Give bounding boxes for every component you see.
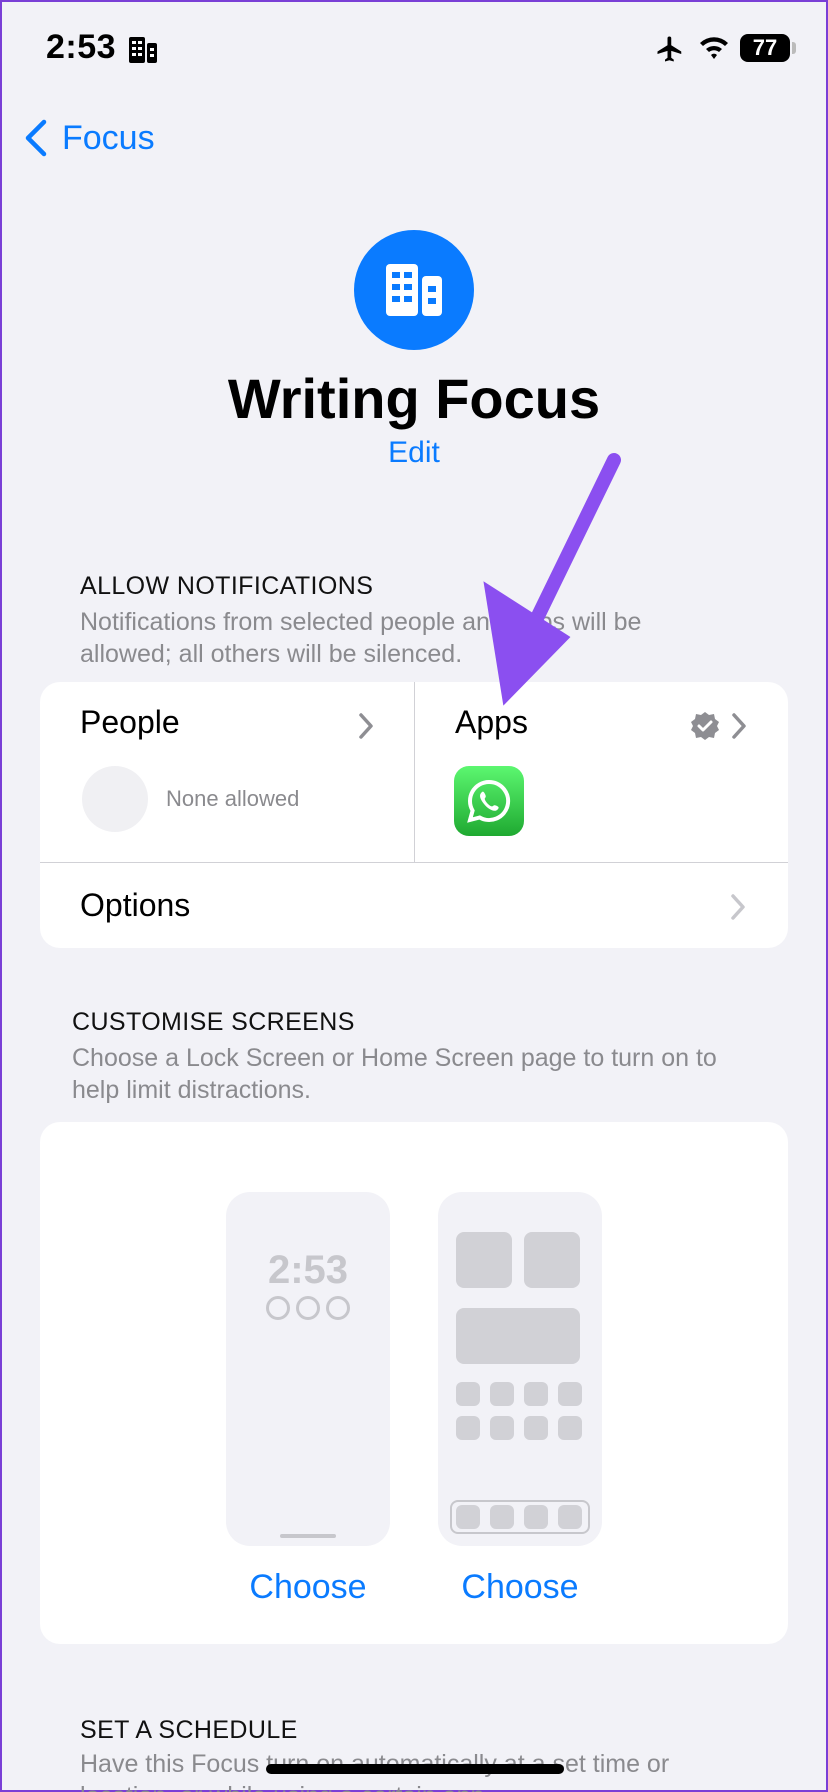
status-time: 2:53 bbox=[46, 28, 117, 66]
allow-notifications-heading: ALLOW NOTIFICATIONS bbox=[80, 572, 374, 600]
home-screen-preview[interactable] bbox=[438, 1192, 602, 1546]
page-title: Writing Focus bbox=[227, 367, 601, 430]
chevron-right-icon bbox=[731, 894, 745, 920]
annotation-arrow bbox=[483, 453, 621, 706]
chevron-left-icon bbox=[25, 119, 47, 157]
back-button[interactable]: Focus bbox=[24, 118, 155, 158]
chevron-right-icon bbox=[359, 713, 373, 739]
verified-badge-icon bbox=[691, 712, 719, 740]
home-indicator bbox=[280, 1534, 336, 1538]
building-icon bbox=[128, 36, 158, 69]
lock-screen-time: 2:53 bbox=[267, 1248, 349, 1292]
chevron-right-icon bbox=[732, 713, 746, 739]
allow-card: People None allowed Apps Options bbox=[40, 682, 788, 948]
battery-cap bbox=[792, 42, 796, 54]
allow-notifications-description: Notifications from selected people and a… bbox=[80, 608, 642, 668]
screens-card: 2:53 Choose Choose bbox=[40, 1122, 788, 1644]
widget-tile bbox=[456, 1308, 580, 1364]
app-tile bbox=[558, 1382, 582, 1406]
app-tile bbox=[524, 1416, 548, 1440]
whatsapp-icon bbox=[454, 766, 524, 836]
lock-widgets bbox=[266, 1296, 350, 1320]
app-tile bbox=[524, 1382, 548, 1406]
airplane-icon bbox=[654, 34, 686, 69]
widget-circle bbox=[296, 1296, 320, 1320]
dock-app-tile bbox=[524, 1505, 548, 1529]
widget-circle bbox=[266, 1296, 290, 1320]
dock-app-tile bbox=[490, 1505, 514, 1529]
dock-app-tile bbox=[456, 1505, 480, 1529]
app-tile bbox=[456, 1382, 480, 1406]
back-label: Focus bbox=[62, 118, 155, 157]
dock bbox=[450, 1500, 590, 1534]
people-cell[interactable]: People None allowed bbox=[40, 682, 414, 862]
options-row[interactable]: Options bbox=[40, 863, 788, 948]
home-indicator-bar bbox=[266, 1764, 564, 1774]
status-bar: 2:53 77 bbox=[0, 0, 828, 100]
options-label: Options bbox=[80, 887, 191, 923]
focus-building-icon bbox=[354, 230, 474, 350]
app-tile bbox=[490, 1382, 514, 1406]
app-tile bbox=[456, 1416, 480, 1440]
edit-button[interactable]: Edit bbox=[0, 436, 828, 470]
dock-app-tile bbox=[558, 1505, 582, 1529]
customise-screens-description: Choose a Lock Screen or Home Screen page… bbox=[72, 1044, 717, 1104]
avatar-placeholder bbox=[82, 766, 148, 832]
people-value: None allowed bbox=[166, 786, 300, 811]
set-schedule-heading: SET A SCHEDULE bbox=[80, 1716, 298, 1744]
lock-screen-preview[interactable]: 2:53 bbox=[226, 1192, 390, 1546]
wifi-icon bbox=[698, 34, 730, 67]
customise-screens-heading: CUSTOMISE SCREENS bbox=[72, 1008, 355, 1036]
app-tile bbox=[558, 1416, 582, 1440]
choose-home-screen-button[interactable]: Choose bbox=[438, 1568, 602, 1607]
widget-tile bbox=[456, 1232, 512, 1288]
widget-tile bbox=[524, 1232, 580, 1288]
apps-label: Apps bbox=[455, 704, 528, 740]
battery-indicator: 77 bbox=[740, 34, 790, 62]
people-label: People bbox=[80, 704, 180, 740]
choose-lock-screen-button[interactable]: Choose bbox=[226, 1568, 390, 1607]
app-tile bbox=[490, 1416, 514, 1440]
widget-circle bbox=[326, 1296, 350, 1320]
